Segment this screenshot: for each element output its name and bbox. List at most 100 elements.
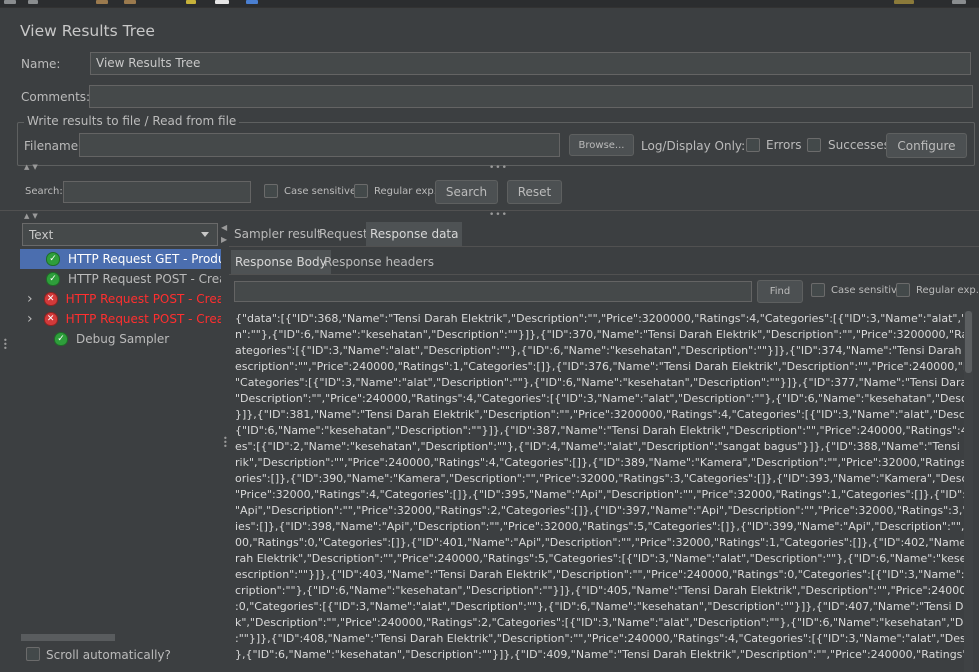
- response-line: ies":[]},{"ID":398,"Name":"Api","Descrip…: [235, 520, 964, 533]
- toolbar-icon[interactable]: [28, 0, 38, 4]
- response-line: {"data":[{"ID":368,"Name":"Tensi Darah E…: [235, 312, 964, 325]
- tab-response-headers[interactable]: Response headers: [320, 250, 438, 274]
- panel-title: View Results Tree: [20, 22, 155, 40]
- response-line: ategories":[{"ID":3,"Name":"alat","Descr…: [235, 344, 964, 357]
- toolbar-icon[interactable]: [186, 0, 196, 4]
- search-input[interactable]: [63, 181, 251, 203]
- response-line: "Categories":[{"ID":3,"Name":"alat","Des…: [235, 376, 964, 389]
- scrollbar-thumb[interactable]: [965, 311, 972, 373]
- splitter-grip-icon[interactable]: •••: [489, 163, 508, 173]
- name-input[interactable]: View Results Tree: [90, 52, 971, 75]
- response-line: escription":"","Price":240000,"Ratings":…: [235, 360, 964, 373]
- error-shield-icon: ✕: [43, 312, 58, 326]
- collapse-arrows-icon[interactable]: ◀ ▶: [221, 222, 229, 248]
- tree-item-label: HTTP Request GET - Products: [68, 252, 221, 266]
- tree-item-label: HTTP Request POST - Create V: [68, 272, 221, 286]
- response-line: "Price":32000,"Ratings":4,"Categories":[…: [235, 488, 964, 501]
- scroll-auto-checkbox[interactable]: [26, 647, 40, 661]
- response-line: "Api","Description":"","Price":32000,"Ra…: [235, 504, 964, 517]
- comments-label: Comments:: [21, 90, 91, 104]
- success-shield-icon: ✓: [46, 252, 60, 266]
- results-tree: ✓ HTTP Request GET - Products ✓ HTTP Reques…: [0, 249, 221, 359]
- response-line: 00,"Ratings":0,"Categories":[]},{"ID":40…: [235, 536, 964, 549]
- side-grip-icon[interactable]: • • •: [3, 337, 8, 353]
- chevron-down-icon: [201, 232, 209, 237]
- tree-item-label: HTTP Request POST - Create I: [65, 312, 221, 326]
- toolbar-icon[interactable]: [96, 0, 108, 4]
- divider: [229, 274, 979, 275]
- response-line: "Description":"","Price":240000,"Ratings…: [235, 392, 964, 405]
- tab-response-body[interactable]: Response Body: [231, 250, 331, 274]
- find-input[interactable]: [234, 281, 752, 302]
- tree-item[interactable]: ✓ HTTP Request POST - Create V: [20, 269, 221, 289]
- splitter-arrows-icon[interactable]: ▲▼: [24, 212, 41, 220]
- errors-checkbox[interactable]: [746, 138, 760, 152]
- find-regex-checkbox[interactable]: [896, 283, 910, 297]
- response-line: rik","Description":"","Price":240000,"Ra…: [235, 456, 964, 469]
- response-body-text[interactable]: {"data":[{"ID":368,"Name":"Tensi Darah E…: [232, 311, 964, 672]
- response-line: {"ID":6,"Name":"kesehatan","Description"…: [235, 424, 964, 437]
- response-line: :""}]},{"ID":408,"Name":"Tensi Darah Ele…: [235, 632, 964, 645]
- search-label: Search:: [25, 186, 63, 197]
- name-label: Name:: [21, 57, 61, 71]
- search-regex-checkbox[interactable]: [354, 184, 368, 198]
- response-line: :0,"Categories":[{"ID":3,"Name":"alat","…: [235, 600, 964, 613]
- response-line: ories":[]},{"ID":390,"Name":"Kamera","De…: [235, 472, 964, 485]
- toolbar-icon[interactable]: [894, 0, 914, 4]
- search-regex-label: Regular exp.: [374, 186, 437, 197]
- response-line: cription":""},{"ID":6,"Name":"kesehatan"…: [235, 584, 964, 597]
- pane-grip-icon[interactable]: • • •: [223, 435, 228, 451]
- toolbar-icon[interactable]: [952, 0, 966, 4]
- divider: [229, 246, 979, 247]
- renderer-dropdown[interactable]: Text: [22, 223, 218, 246]
- comments-input[interactable]: [89, 85, 973, 108]
- tree-item[interactable]: › ✕ HTTP Request POST - Create I: [20, 309, 221, 329]
- response-line: }]},{"ID":381,"Name":"Tensi Darah Elektr…: [235, 408, 964, 421]
- horizontal-scrollbar[interactable]: [21, 634, 115, 641]
- success-shield-icon: ✓: [46, 272, 60, 286]
- response-line: },{"ID":6,"Name":"kesehatan","Descriptio…: [235, 648, 964, 661]
- toolbar-icon[interactable]: [124, 0, 136, 4]
- toolbar-strip: [0, 0, 979, 8]
- successes-checkbox[interactable]: [807, 138, 821, 152]
- search-case-sensitive-checkbox[interactable]: [264, 184, 278, 198]
- toolbar-icon[interactable]: [246, 0, 258, 4]
- response-line: es":[{"ID":2,"Name":"kesehatan","Descrip…: [235, 440, 964, 453]
- response-line: k","Description":"","Price":240000,"Rati…: [235, 616, 964, 629]
- file-fieldset-legend: Write results to file / Read from file: [24, 114, 240, 128]
- filename-label: Filename: [24, 139, 79, 153]
- tab-response-data[interactable]: Response data: [366, 222, 463, 246]
- log-display-label: Log/Display Only:: [641, 139, 746, 153]
- find-case-sensitive-checkbox[interactable]: [811, 283, 825, 297]
- find-button[interactable]: Find: [757, 280, 803, 303]
- errors-label: Errors: [766, 138, 802, 152]
- success-shield-icon: ✓: [54, 332, 68, 346]
- tab-sampler-result[interactable]: Sampler result: [230, 222, 326, 246]
- renderer-selected-value: Text: [29, 227, 54, 242]
- toolbar-icon[interactable]: [4, 0, 16, 4]
- chevron-right-icon[interactable]: ›: [27, 291, 33, 307]
- find-regex-label: Regular exp.: [916, 285, 979, 296]
- toolbar-icon[interactable]: [215, 0, 229, 4]
- tab-request[interactable]: Request: [315, 222, 372, 246]
- tree-item[interactable]: ✓ HTTP Request GET - Products: [20, 249, 221, 269]
- reset-button[interactable]: Reset: [507, 180, 562, 204]
- response-line: rah Elektrik","Description":"","Price":2…: [235, 552, 964, 565]
- splitter-grip-icon[interactable]: •••: [489, 210, 508, 220]
- splitter-arrows-icon[interactable]: ▲▼: [24, 163, 41, 171]
- find-case-sensitive-label: Case sensitive: [831, 285, 904, 296]
- tree-item[interactable]: › ✕ HTTP Request POST - Create I: [20, 289, 221, 309]
- tree-item-label: HTTP Request POST - Create I: [65, 292, 221, 306]
- filename-input[interactable]: [79, 133, 560, 157]
- browse-button[interactable]: Browse...: [569, 134, 634, 156]
- tree-item-label: Debug Sampler: [76, 332, 170, 346]
- tree-item[interactable]: ✓ Debug Sampler: [20, 329, 221, 349]
- response-line: escription":""}]},{"ID":403,"Name":"Tens…: [235, 568, 964, 581]
- chevron-right-icon[interactable]: ›: [27, 311, 33, 327]
- successes-label: Successes: [828, 138, 890, 152]
- response-line: n":""},{"ID":6,"Name":"kesehatan","Descr…: [235, 328, 964, 341]
- search-case-sensitive-label: Case sensitive: [284, 186, 357, 197]
- configure-button[interactable]: Configure: [886, 133, 967, 158]
- error-shield-icon: ✕: [43, 292, 58, 306]
- search-button[interactable]: Search: [435, 180, 498, 204]
